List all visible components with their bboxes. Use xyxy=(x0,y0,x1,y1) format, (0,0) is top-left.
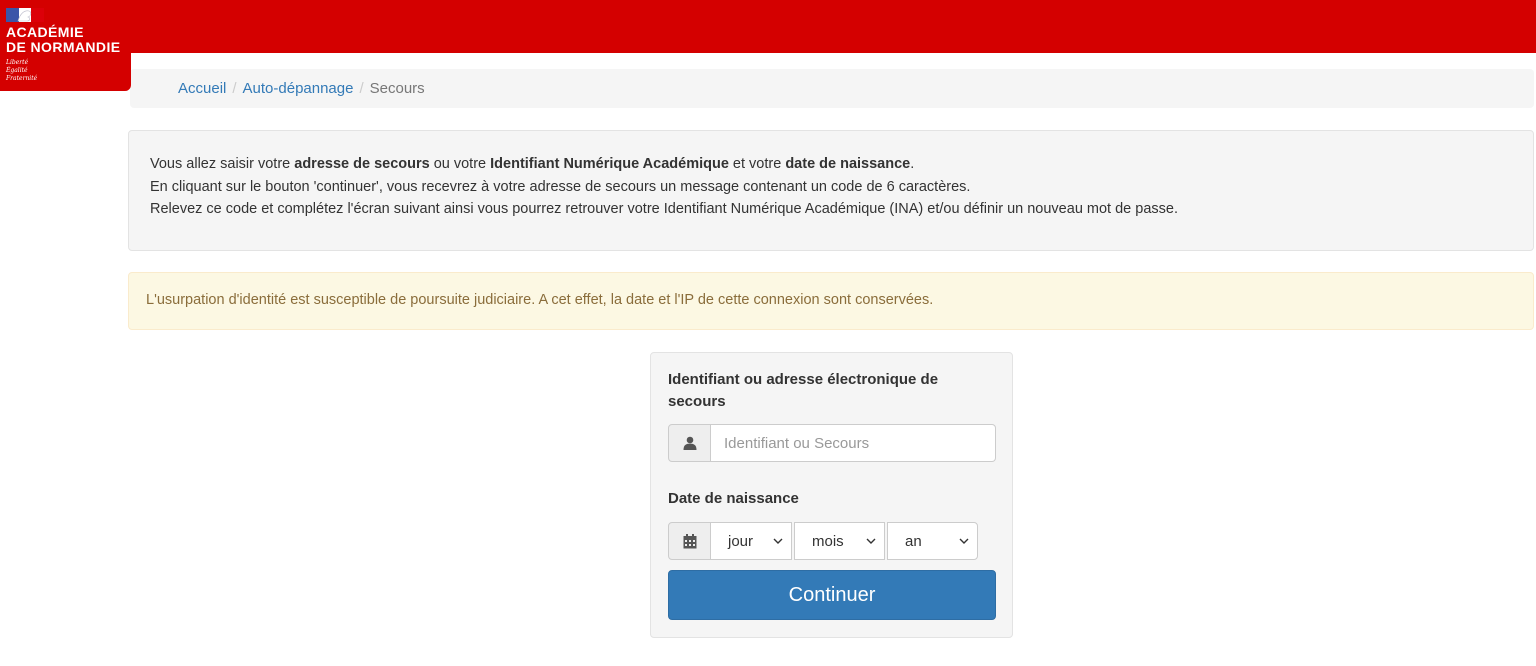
identifier-input[interactable] xyxy=(711,424,996,462)
identity-warning-alert: L'usurpation d'identité est susceptible … xyxy=(128,272,1534,330)
instructions-line-1: Vous allez saisir votre adresse de secou… xyxy=(150,153,1533,176)
instructions-text: et votre xyxy=(728,156,786,172)
breadcrumb-separator: / xyxy=(359,80,364,97)
logo-title-line-1: ACADÉMIE xyxy=(6,24,84,40)
instructions-line-2: En cliquant sur le bouton 'continuer', v… xyxy=(150,178,971,195)
calendar-icon xyxy=(668,522,711,560)
header-bar xyxy=(0,0,1536,53)
marianne-flag-icon xyxy=(6,8,44,22)
breadcrumb-current-secours: Secours xyxy=(369,80,425,97)
chevron-down-icon xyxy=(773,538,783,544)
recovery-form: Identifiant ou adresse électronique de s… xyxy=(650,352,1013,638)
day-select[interactable]: jour xyxy=(711,522,792,560)
instructions-text: ou votre xyxy=(429,156,491,172)
logo-title-line-2: DE NORMANDIE xyxy=(6,39,121,55)
instructions-bold-ina: Identifiant Numérique Académique xyxy=(490,156,729,172)
academie-logo[interactable]: ACADÉMIE DE NORMANDIE Liberté Égalité Fr… xyxy=(0,0,131,91)
breadcrumb-separator: / xyxy=(232,80,237,97)
continue-button[interactable]: Continuer xyxy=(668,570,996,620)
instructions-panel: Vous allez saisir votre adresse de secou… xyxy=(128,130,1534,251)
breadcrumb-link-accueil[interactable]: Accueil xyxy=(178,80,226,97)
month-select[interactable]: mois xyxy=(794,522,885,560)
chevron-down-icon xyxy=(959,538,969,544)
breadcrumb-link-auto-depannage[interactable]: Auto-dépannage xyxy=(243,80,354,97)
breadcrumb: Accueil / Auto-dépannage / Secours xyxy=(130,69,1534,108)
birthdate-input-group: jour mois an xyxy=(668,522,981,560)
year-select[interactable]: an xyxy=(887,522,978,560)
identifier-input-group xyxy=(668,424,996,462)
chevron-down-icon xyxy=(866,538,876,544)
motto-liberte: Liberté xyxy=(6,59,29,66)
instructions-text: . xyxy=(910,156,915,172)
motto-egalite: Égalité xyxy=(6,67,28,74)
user-icon xyxy=(668,424,711,462)
identifier-label: Identifiant ou adresse électronique de s… xyxy=(668,371,939,410)
day-select-value: jour xyxy=(728,532,754,550)
year-select-value: an xyxy=(905,532,922,550)
instructions-text: Vous allez saisir votre xyxy=(150,156,295,172)
instructions-bold-adresse-secours: adresse de secours xyxy=(294,156,430,172)
instructions-bold-date-naissance: date de naissance xyxy=(785,156,911,172)
motto-fraternite: Fraternité xyxy=(6,75,38,82)
birthdate-label: Date de naissance xyxy=(668,490,799,507)
month-select-value: mois xyxy=(812,532,844,550)
instructions-line-3: Relevez ce code et complétez l'écran sui… xyxy=(150,201,1178,217)
